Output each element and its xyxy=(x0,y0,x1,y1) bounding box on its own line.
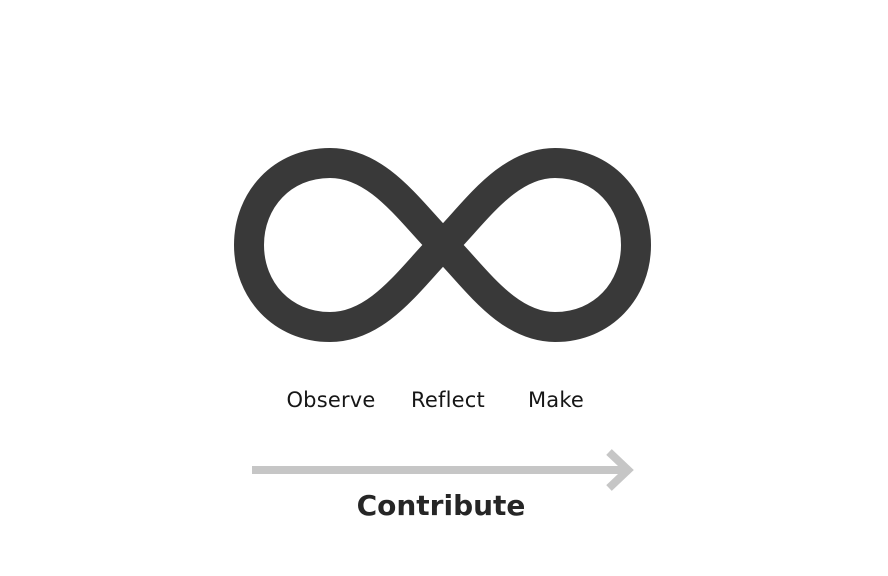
design-thinking-loop-diagram: Observe Reflect Make Contribute xyxy=(0,0,888,576)
contribute-label: Contribute xyxy=(356,489,526,522)
